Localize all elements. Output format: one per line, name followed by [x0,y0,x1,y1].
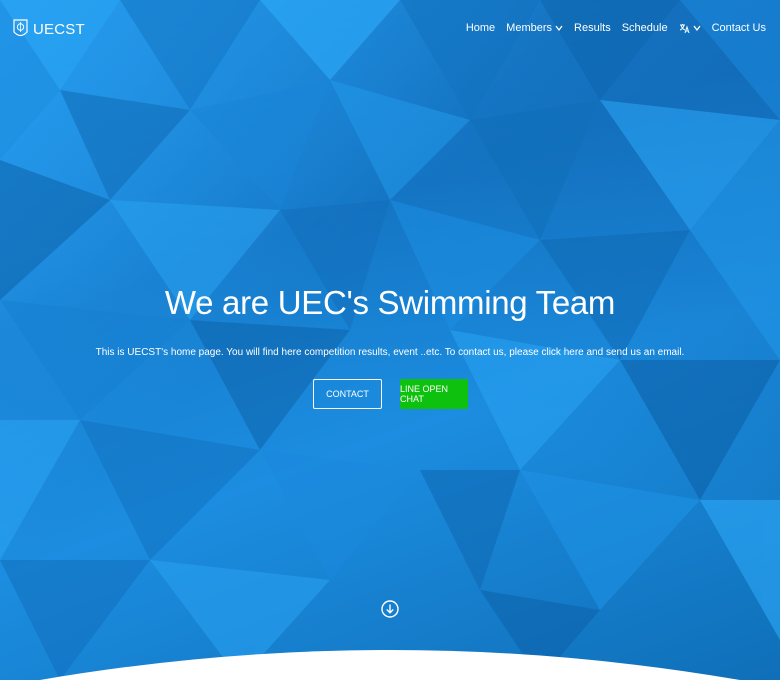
brand[interactable]: UECST [13,18,85,40]
nav-contact-us[interactable]: Contact Us [712,22,766,34]
low-poly-pattern [0,0,780,680]
chevron-down-icon [555,25,563,31]
nav-schedule[interactable]: Schedule [622,22,668,34]
bottom-wave [40,650,740,680]
contact-button[interactable]: CONTACT [313,379,382,409]
hero-subtitle: This is UECST's home page. You will find… [95,347,685,358]
shield-crest-icon [13,19,28,37]
nav-home[interactable]: Home [466,22,495,34]
hero-background: UECST Home Members Results Schedule Cont… [0,0,780,680]
translate-icon [679,23,690,33]
line-open-chat-button[interactable]: LINE OPEN CHAT [400,379,468,409]
nav-members[interactable]: Members [506,22,563,34]
arrow-down-circle-icon[interactable] [381,600,399,618]
nav-language[interactable] [679,23,701,34]
main-nav: Home Members Results Schedule Contact Us [466,22,766,34]
chevron-down-icon [693,25,701,31]
nav-results[interactable]: Results [574,22,611,34]
nav-members-label: Members [506,22,553,34]
hero-title: We are UEC's Swimming Team [164,284,616,321]
brand-name: UECST [33,20,85,38]
